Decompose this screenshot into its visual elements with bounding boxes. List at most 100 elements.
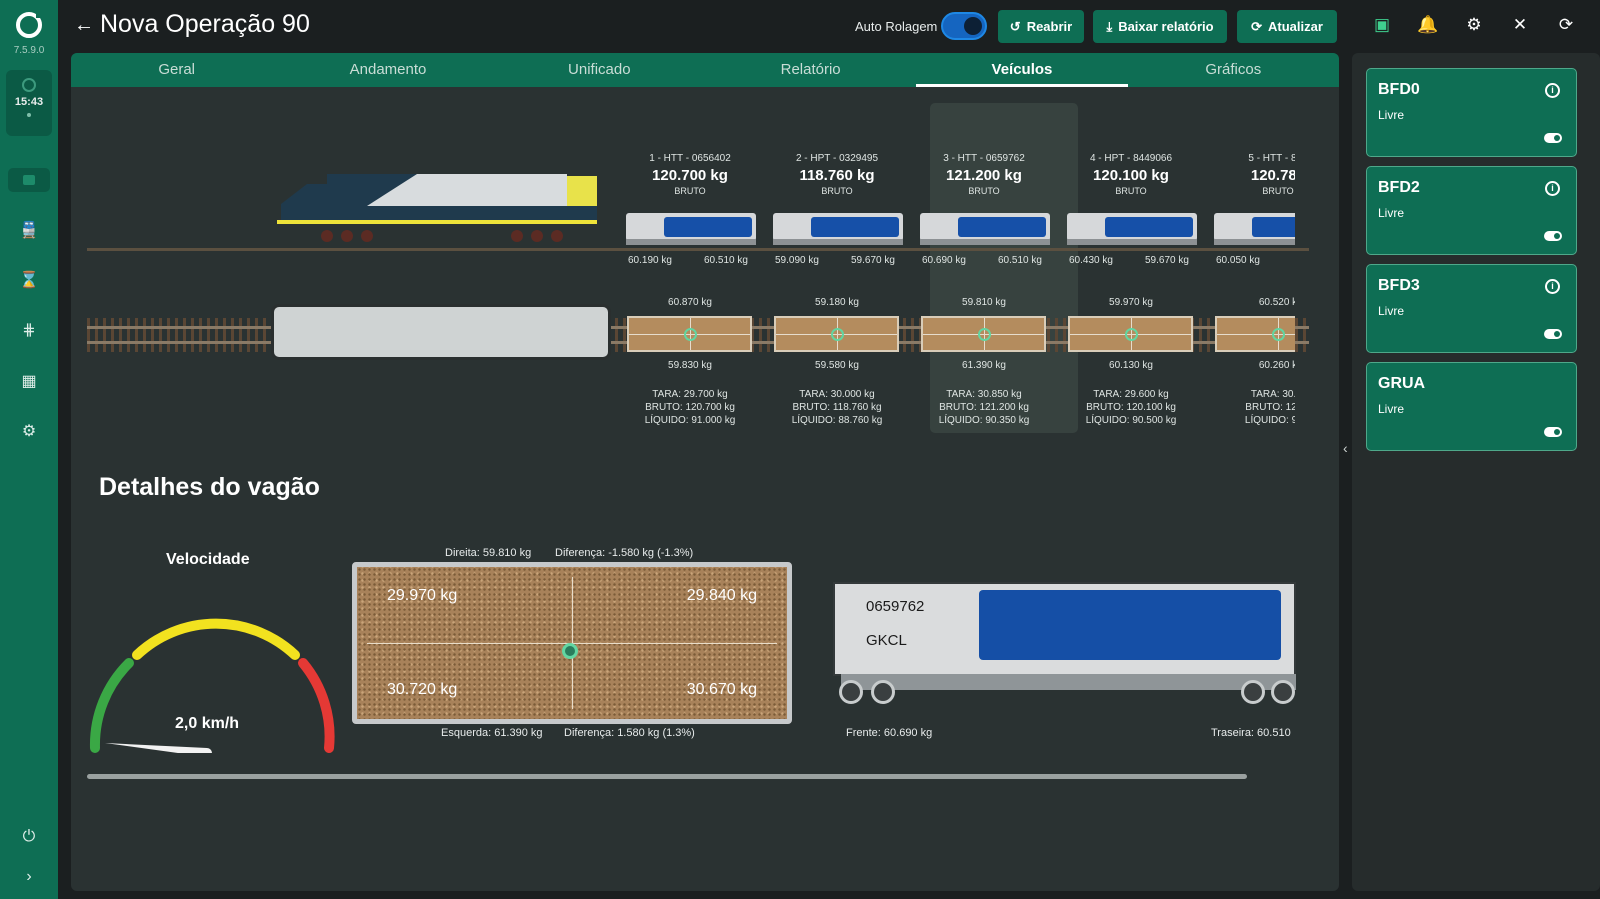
dashboard-icon <box>23 175 35 185</box>
device-card-bfd0[interactable]: BFD0 i Livre <box>1366 68 1577 157</box>
wagon-top[interactable] <box>1215 316 1295 352</box>
nav-settings[interactable]: ⚙ <box>0 416 58 446</box>
wagon-weights: TARA: 30.850 kg BRUTO: 121.200 kg LÍQUID… <box>938 389 1030 426</box>
app-version: 7.5.9.0 <box>13 45 45 56</box>
wagon-weights: TARA: 29.600 kg BRUTO: 120.100 kg LÍQUID… <box>1085 389 1177 426</box>
settings-icon[interactable]: ⚙ <box>1463 15 1485 35</box>
device-card-bfd3[interactable]: BFD3 i Livre <box>1366 264 1577 353</box>
device-toggle[interactable] <box>1544 329 1562 339</box>
nav-train[interactable]: 🚆 <box>0 215 58 245</box>
wagon-left-load: 60.130 kg <box>1109 360 1153 371</box>
wagon-side[interactable] <box>1063 211 1201 247</box>
device-panel: BFD0 i Livre BFD2 i Livre BFD3 i Livre G… <box>1352 53 1600 891</box>
horizontal-scrollbar[interactable] <box>87 774 1247 779</box>
expand-rail-button[interactable]: › <box>0 862 58 892</box>
wagon-number: 0659762 <box>866 598 925 615</box>
bell-icon[interactable]: 🔔 <box>1417 15 1439 35</box>
nav-dashboard[interactable] <box>0 165 58 195</box>
wagon-side[interactable] <box>769 211 907 247</box>
wagon-detail-image: 0659762 GKCL <box>821 576 1296 704</box>
wagon-header[interactable]: 1 - HTT - 0656402 120.700 kg BRUTO <box>616 153 764 196</box>
wagon-header[interactable]: 3 - HTT - 0659762 121.200 kg BRUTO <box>910 153 1058 196</box>
reopen-button[interactable]: ↺ Reabrir <box>998 10 1084 43</box>
wagon-side[interactable] <box>1210 211 1295 247</box>
scale-icon: ⋕ <box>22 322 36 339</box>
center-of-mass-icon <box>684 328 697 341</box>
train-icon: 🚆 <box>19 222 39 239</box>
power-icon: ⏻ <box>22 828 36 845</box>
front-load-label: Frente: 60.690 kg <box>846 727 933 739</box>
clock-widget: 15:43 <box>6 70 52 136</box>
wagon-top[interactable] <box>921 316 1046 352</box>
top-header: ← Nova Operação 90 Auto Rolagem ↺ Reabrir… <box>58 0 1600 52</box>
wagon-left-load: 61.390 kg <box>962 360 1006 371</box>
left-diff-label: Diferença: 1.580 kg (1.3%) <box>564 727 695 739</box>
wagon-header[interactable]: 5 - HTT - 845 120.780 BRUTO <box>1204 153 1295 196</box>
wagon-front-load: 60.430 kg <box>1069 255 1113 266</box>
main-panel: Geral Andamento Unificado Relatório Veíc… <box>71 53 1339 891</box>
wagon-right-load: 59.970 kg <box>1109 297 1153 308</box>
wagon-right-load: 60.870 kg <box>668 297 712 308</box>
wagon-left-load: 59.830 kg <box>668 360 712 371</box>
history-icon: ↺ <box>1009 18 1021 34</box>
center-of-mass-icon <box>1272 328 1285 341</box>
gear-icon: ⚙ <box>21 423 37 440</box>
chart-icon[interactable]: ▣ <box>1371 15 1393 35</box>
wagon-front-load: 60.190 kg <box>628 255 672 266</box>
section-title: Detalhes do vagão <box>99 473 320 501</box>
wagon-header[interactable]: 4 - HPT - 8449066 120.100 kg BRUTO <box>1057 153 1205 196</box>
wagon-right-load: 59.180 kg <box>815 297 859 308</box>
info-icon[interactable]: i <box>1545 181 1560 196</box>
wagon-front-load: 60.050 kg <box>1216 255 1260 266</box>
refresh-icon: ⟳ <box>1251 18 1262 34</box>
download-report-button[interactable]: ⤓ Baixar relatório <box>1093 10 1227 43</box>
center-of-mass-icon <box>562 643 578 659</box>
logo-icon <box>16 10 44 38</box>
left-load-label: Esquerda: 61.390 kg <box>441 727 543 739</box>
right-diff-label: Diferença: -1.580 kg (-1.3%) <box>555 547 694 559</box>
device-toggle[interactable] <box>1544 133 1562 143</box>
clock-icon <box>22 78 36 92</box>
wagon-weights: TARA: 30.000 kg BRUTO: 118.760 kg LÍQUID… <box>791 389 883 426</box>
refresh-button[interactable]: ⟳ Atualizar <box>1237 10 1337 43</box>
gauge-needle <box>105 743 207 753</box>
device-toggle[interactable] <box>1544 427 1562 437</box>
quad-bottom-right: 30.670 kg <box>686 681 757 698</box>
wagon-top[interactable] <box>774 316 899 352</box>
rear-load-label: Traseira: 60.510 <box>1211 727 1291 739</box>
status-dot <box>27 113 31 117</box>
wagon-weights: TARA: 29.700 kg BRUTO: 120.700 kg LÍQUID… <box>644 389 736 426</box>
collapse-panel-icon[interactable]: ‹ <box>1343 440 1348 456</box>
side-rail: 7.5.9.0 15:43 🚆 ⌛ ⋕ ▦ ⚙ ⏻ › <box>0 0 58 899</box>
load-distribution-map: 29.970 kg 29.840 kg 30.720 kg 30.670 kg <box>352 562 792 724</box>
device-card-grua[interactable]: GRUA Livre <box>1366 362 1577 451</box>
nav-scale[interactable]: ⋕ <box>0 315 58 345</box>
wagon-front-load: 59.090 kg <box>775 255 819 266</box>
wagon-right-load: 60.520 k <box>1258 297 1295 308</box>
close-icon[interactable]: ✕ <box>1509 15 1531 35</box>
info-icon[interactable]: i <box>1545 279 1560 294</box>
info-icon[interactable]: i <box>1545 83 1560 98</box>
wagon-side[interactable] <box>916 211 1054 247</box>
auto-scroll-toggle[interactable] <box>941 12 987 40</box>
wagon-header[interactable]: 2 - HPT - 0329495 118.760 kg BRUTO <box>763 153 911 196</box>
back-arrow-icon[interactable]: ← <box>74 14 94 37</box>
auto-scroll-label: Auto Rolagem <box>855 19 938 34</box>
wagon-rear-load: 60.510 kg <box>998 255 1042 266</box>
wagon-side[interactable] <box>622 211 760 247</box>
wagon-weights: TARA: 30.3( BRUTO: 120.7 LÍQUIDO: 90.4 <box>1244 389 1295 426</box>
reload-icon[interactable]: ⟳ <box>1555 15 1577 35</box>
nav-grid[interactable]: ▦ <box>0 366 58 396</box>
device-card-bfd2[interactable]: BFD2 i Livre <box>1366 166 1577 255</box>
wagon-top[interactable] <box>627 316 752 352</box>
page-title: Nova Operação 90 <box>100 10 310 38</box>
device-toggle[interactable] <box>1544 231 1562 241</box>
nav-hourglass[interactable]: ⌛ <box>0 265 58 295</box>
speed-label: Velocidade <box>166 551 250 568</box>
wagon-top[interactable] <box>1068 316 1193 352</box>
center-of-mass-icon <box>978 328 991 341</box>
power-button[interactable]: ⏻ <box>0 822 58 852</box>
quad-bottom-left: 30.720 kg <box>387 681 458 698</box>
wagon-rear-load: 60.510 kg <box>704 255 748 266</box>
wagon-rear-load: 59.670 kg <box>851 255 895 266</box>
